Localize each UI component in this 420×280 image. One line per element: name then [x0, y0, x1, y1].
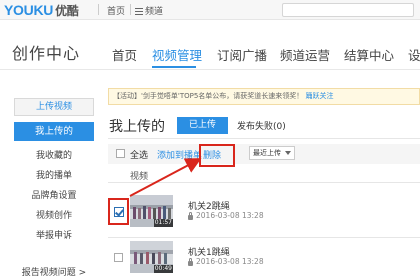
page: YOUKU 优酷 首页 频道 创作中心 首页 视频管理 订阅广播 频道运营 结算中… — [0, 0, 420, 280]
arrow-line — [129, 158, 202, 197]
annotation-arrow — [129, 158, 202, 197]
